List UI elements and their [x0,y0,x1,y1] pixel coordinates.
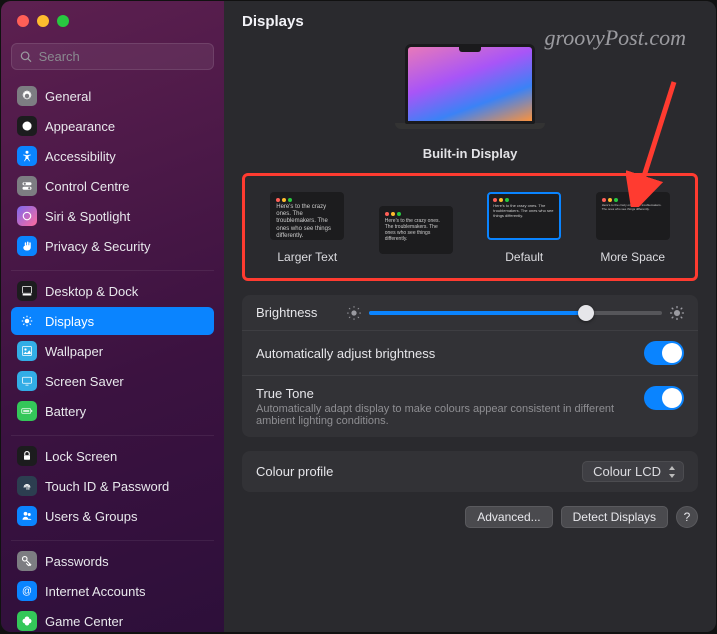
display-preview: Built-in Display [242,44,698,161]
battery-icon [17,401,37,421]
sidebar-item-accessibility[interactable]: Accessibility [11,142,214,170]
sidebar-item-label: Appearance [45,119,115,134]
resolution-thumb: Here's to the crazy ones. The troublemak… [379,206,453,254]
appearance-icon [17,116,37,136]
sidebar-item-touch-id-password[interactable]: Touch ID & Password [11,472,214,500]
svg-text:@: @ [22,586,32,597]
sidebar-item-control-centre[interactable]: Control Centre [11,172,214,200]
switches-icon [17,176,37,196]
display-name: Built-in Display [242,146,698,161]
search-icon [20,50,33,64]
page-title: Displays [242,13,698,30]
brightness-label: Brightness [256,305,317,320]
colour-profile-label: Colour profile [256,464,333,479]
sidebar-item-desktop-dock[interactable]: Desktop & Dock [11,277,214,305]
siri-icon [17,206,37,226]
fingerprint-icon [17,476,37,496]
accessibility-icon [17,146,37,166]
sidebar-item-label: Internet Accounts [45,584,145,599]
maximize-icon[interactable] [57,15,69,27]
colour-profile-value: Colour LCD [593,464,661,479]
sidebar-item-siri-spotlight[interactable]: Siri & Spotlight [11,202,214,230]
main-panel: Displays Built-in Display Here's to the … [224,1,716,632]
sidebar-item-battery[interactable]: Battery [11,397,214,425]
sidebar-item-label: Passwords [45,554,109,569]
sidebar-item-label: Control Centre [45,179,130,194]
sidebar-item-wallpaper[interactable]: Wallpaper [11,337,214,365]
screensaver-icon [17,371,37,391]
sidebar-item-users-groups[interactable]: Users & Groups [11,502,214,530]
resolution-label: Larger Text [257,250,358,264]
sidebar-item-screen-saver[interactable]: Screen Saver [11,367,214,395]
true-tone-toggle[interactable] [644,386,684,410]
system-settings-window: General Appearance Accessibility Control Ce… [1,1,716,632]
laptop-screen-icon [405,44,535,124]
minimize-icon[interactable] [37,15,49,27]
resolution-label: More Space [583,250,684,264]
resolution-label: Default [474,250,575,264]
gear-icon [17,86,37,106]
sidebar-item-label: Desktop & Dock [45,284,138,299]
sidebar-item-label: General [45,89,91,104]
resolution-option-0[interactable]: Here's to the crazy ones. The troublemak… [257,192,358,264]
search-input[interactable] [39,49,205,64]
key-icon [17,551,37,571]
sidebar-item-label: Displays [45,314,94,329]
close-icon[interactable] [17,15,29,27]
sidebar-item-label: Lock Screen [45,449,117,464]
sidebar-item-label: Touch ID & Password [45,479,169,494]
resolution-option-1[interactable]: Here's to the crazy ones. The troublemak… [366,206,467,264]
wallpaper-icon [17,341,37,361]
resolution-panel: Here's to the crazy ones. The troublemak… [242,173,698,281]
sidebar-item-label: Accessibility [45,149,116,164]
help-button[interactable]: ? [676,506,698,528]
sidebar-item-privacy-security[interactable]: Privacy & Security [11,232,214,260]
resolution-thumb: Here's to the crazy ones. The troublemak… [596,192,670,240]
sidebar-item-game-center[interactable]: Game Center [11,607,214,632]
dock-icon [17,281,37,301]
window-controls [17,15,214,27]
brightness-panel: Brightness Automatically adjust brightne… [242,295,698,437]
advanced-button[interactable]: Advanced... [465,506,552,528]
sidebar-item-label: Users & Groups [45,509,137,524]
sidebar-item-general[interactable]: General [11,82,214,110]
resolution-option-3[interactable]: Here's to the crazy ones. The troublemak… [583,192,684,264]
auto-brightness-toggle[interactable] [644,341,684,365]
brightness-slider[interactable] [369,311,662,315]
hand-icon [17,236,37,256]
brightness-low-icon [347,306,361,320]
sidebar-item-label: Siri & Spotlight [45,209,130,224]
colour-profile-select[interactable]: Colour LCD [582,461,684,482]
resolution-thumb: Here's to the crazy ones. The troublemak… [270,192,344,240]
sidebar-item-label: Privacy & Security [45,239,150,254]
resolution-thumb: Here's to the crazy ones. The troublemak… [487,192,561,240]
sidebar-item-label: Wallpaper [45,344,103,359]
detect-displays-button[interactable]: Detect Displays [561,506,668,528]
sidebar-item-passwords[interactable]: Passwords [11,547,214,575]
sidebar-item-lock-screen[interactable]: Lock Screen [11,442,214,470]
true-tone-label: True Tone [256,386,616,401]
true-tone-description: Automatically adapt display to make colo… [256,403,616,427]
lock-icon [17,446,37,466]
resolution-option-2[interactable]: Here's to the crazy ones. The troublemak… [474,192,575,264]
at-icon: @ [17,581,37,601]
sidebar-item-label: Game Center [45,614,123,629]
sidebar-item-appearance[interactable]: Appearance [11,112,214,140]
auto-brightness-label: Automatically adjust brightness [256,346,435,361]
footer-buttons: Advanced... Detect Displays ? [242,506,698,528]
search-field[interactable] [11,43,214,70]
sidebar-item-internet-accounts[interactable]: @ Internet Accounts [11,577,214,605]
game-icon [17,611,37,631]
sidebar: General Appearance Accessibility Control Ce… [1,1,224,632]
chevron-updown-icon [667,466,677,478]
sidebar-item-label: Screen Saver [45,374,124,389]
sidebar-item-label: Battery [45,404,86,419]
sidebar-item-displays[interactable]: Displays [11,307,214,335]
sun-icon [17,311,37,331]
colour-profile-panel: Colour profile Colour LCD [242,451,698,492]
users-icon [17,506,37,526]
brightness-high-icon [670,306,684,320]
